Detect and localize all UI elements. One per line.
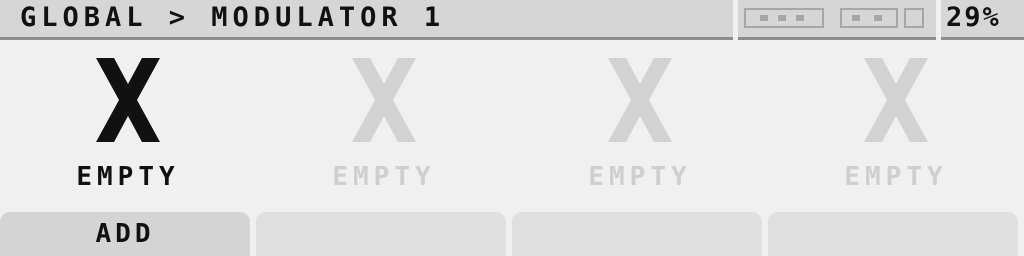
meter-segment bbox=[778, 15, 786, 21]
battery-percentage: 29% bbox=[946, 2, 1001, 33]
level-meter-icon bbox=[840, 8, 898, 28]
add-button[interactable]: ADD bbox=[0, 212, 250, 256]
level-meter-icon bbox=[744, 8, 824, 28]
modulator-slots: EMPTY EMPTY EMPTY EMPTY bbox=[0, 40, 1024, 210]
modulator-screen: GLOBAL > MODULATOR 1 29% EMPTY EMPTY EMP… bbox=[0, 0, 1024, 256]
slot-3[interactable]: EMPTY bbox=[512, 40, 768, 210]
x-mark-icon bbox=[256, 58, 512, 146]
breadcrumb-text: GLOBAL > MODULATOR 1 bbox=[20, 2, 446, 33]
indicator-box-icon bbox=[904, 8, 924, 28]
meter-segment bbox=[874, 15, 882, 21]
breadcrumb: GLOBAL > MODULATOR 1 bbox=[0, 0, 733, 40]
meter-segment bbox=[796, 15, 804, 21]
slot-label: EMPTY bbox=[76, 162, 180, 192]
softkey-3[interactable] bbox=[512, 212, 762, 256]
slot-2[interactable]: EMPTY bbox=[256, 40, 512, 210]
x-mark-icon bbox=[0, 58, 256, 146]
status-area bbox=[738, 0, 936, 40]
softkey-2[interactable] bbox=[256, 212, 506, 256]
slot-1[interactable]: EMPTY bbox=[0, 40, 256, 210]
meter-segment bbox=[852, 15, 860, 21]
slot-label: EMPTY bbox=[588, 162, 692, 192]
battery-status: 29% bbox=[941, 0, 1024, 40]
slot-label: EMPTY bbox=[844, 162, 948, 192]
header-bar: GLOBAL > MODULATOR 1 29% bbox=[0, 0, 1024, 40]
slot-4[interactable]: EMPTY bbox=[768, 40, 1024, 210]
x-mark-icon bbox=[768, 58, 1024, 146]
softkey-4[interactable] bbox=[768, 212, 1018, 256]
meter-segment bbox=[760, 15, 768, 21]
x-mark-icon bbox=[512, 58, 768, 146]
slot-label: EMPTY bbox=[332, 162, 436, 192]
